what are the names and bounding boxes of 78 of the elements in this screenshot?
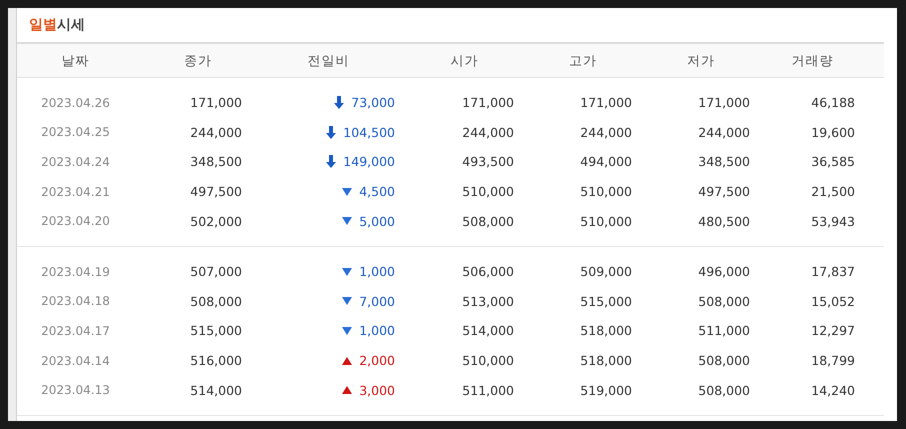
table-cell: 497,500 bbox=[190, 184, 242, 200]
table-cell: 518,000 bbox=[580, 323, 632, 338]
date-cell-text: 2023.04.26 bbox=[40, 96, 111, 110]
date-cell-text: 2023.04.25 bbox=[40, 125, 111, 140]
table-cell: 508,000 bbox=[698, 382, 750, 398]
column-header: 날짜 bbox=[60, 52, 90, 70]
column-header: 저가 bbox=[686, 52, 716, 70]
table-cell: 18,799 bbox=[811, 353, 855, 368]
table-cell: 244,000 bbox=[698, 124, 750, 140]
change-cell: 3,000 bbox=[359, 382, 395, 398]
date-cell-text: 2023.04.14 bbox=[40, 354, 111, 368]
table-cell: 508,000 bbox=[698, 353, 750, 368]
table-cell: 511,000 bbox=[698, 323, 750, 338]
table-cell: 244,000 bbox=[190, 124, 242, 140]
table-cell: 518,000 bbox=[580, 353, 632, 368]
column-header: 전일비 bbox=[306, 52, 350, 70]
table-cell: 510,000 bbox=[580, 184, 632, 200]
change-cell: 1,000 bbox=[359, 264, 395, 280]
table-cell: 511,000 bbox=[462, 382, 514, 398]
table-cell: 502,000 bbox=[190, 214, 242, 229]
table-cell: 244,000 bbox=[462, 124, 514, 140]
table-cell: 513,000 bbox=[462, 294, 514, 309]
table-cell: 508,000 bbox=[190, 294, 242, 309]
change-cell: 7,000 bbox=[359, 294, 395, 309]
table-cell: 348,500 bbox=[190, 154, 242, 170]
table-cell: 171,000 bbox=[190, 95, 242, 110]
table-cell: 171,000 bbox=[462, 95, 514, 110]
table-cell: 508,000 bbox=[462, 214, 514, 229]
column-header: 종가 bbox=[183, 52, 213, 70]
date-cell-text: 2023.04.17 bbox=[40, 324, 111, 338]
table-cell: 497,500 bbox=[698, 184, 750, 200]
date-cell-text: 2023.04.20 bbox=[40, 214, 111, 228]
table-cell: 348,500 bbox=[698, 154, 750, 170]
table-cell: 171,000 bbox=[698, 95, 750, 110]
table-cell: 515,000 bbox=[580, 294, 632, 309]
table-cell: 14,240 bbox=[811, 382, 855, 398]
table-cell: 516,000 bbox=[190, 353, 242, 368]
change-cell: 149,000 bbox=[343, 154, 395, 170]
table-cell: 17,837 bbox=[811, 264, 855, 280]
table-cell: 510,000 bbox=[462, 353, 514, 368]
table-cell: 21,500 bbox=[811, 184, 855, 200]
table-cell: 46,188 bbox=[811, 95, 855, 110]
change-cell: 5,000 bbox=[359, 214, 395, 229]
table-cell: 171,000 bbox=[580, 95, 632, 110]
date-cell-text: 2023.04.24 bbox=[40, 154, 111, 169]
table-cell: 493,500 bbox=[462, 154, 514, 170]
change-cell: 1,000 bbox=[359, 323, 395, 338]
table-cell: 53,943 bbox=[811, 214, 855, 229]
date-cell-text: 2023.04.13 bbox=[40, 383, 111, 398]
section-title: 일별시세 bbox=[28, 16, 86, 35]
table-cell: 494,000 bbox=[580, 154, 632, 170]
date-cell-text: 2023.04.18 bbox=[40, 294, 111, 308]
table-cell: 12,297 bbox=[811, 323, 855, 338]
change-cell: 4,500 bbox=[359, 184, 395, 200]
column-header: 거래량 bbox=[790, 52, 834, 70]
table-cell: 514,000 bbox=[190, 382, 242, 398]
date-cell-text: 2023.04.19 bbox=[40, 264, 111, 279]
table-cell: 509,000 bbox=[580, 264, 632, 280]
table-cell: 15,052 bbox=[811, 294, 855, 309]
table-cell: 480,500 bbox=[698, 214, 750, 229]
table-cell: 508,000 bbox=[698, 294, 750, 309]
table-cell: 507,000 bbox=[190, 264, 242, 280]
column-header: 시가 bbox=[450, 52, 480, 70]
table-cell: 519,000 bbox=[580, 382, 632, 398]
table-cell: 19,600 bbox=[811, 124, 855, 140]
table-cell: 244,000 bbox=[580, 124, 632, 140]
change-cell: 104,500 bbox=[343, 124, 395, 140]
change-cell: 73,000 bbox=[351, 95, 395, 110]
column-header: 고가 bbox=[568, 52, 598, 70]
table-cell: 514,000 bbox=[462, 323, 514, 338]
table-cell: 515,000 bbox=[190, 323, 242, 338]
table-cell: 510,000 bbox=[580, 214, 632, 229]
table-cell: 510,000 bbox=[462, 184, 514, 200]
table-cell: 36,585 bbox=[811, 154, 855, 170]
change-cell: 2,000 bbox=[359, 353, 395, 368]
date-cell-text: 2023.04.21 bbox=[40, 184, 111, 199]
table-cell: 506,000 bbox=[462, 264, 514, 280]
table-cell: 496,000 bbox=[698, 264, 750, 280]
